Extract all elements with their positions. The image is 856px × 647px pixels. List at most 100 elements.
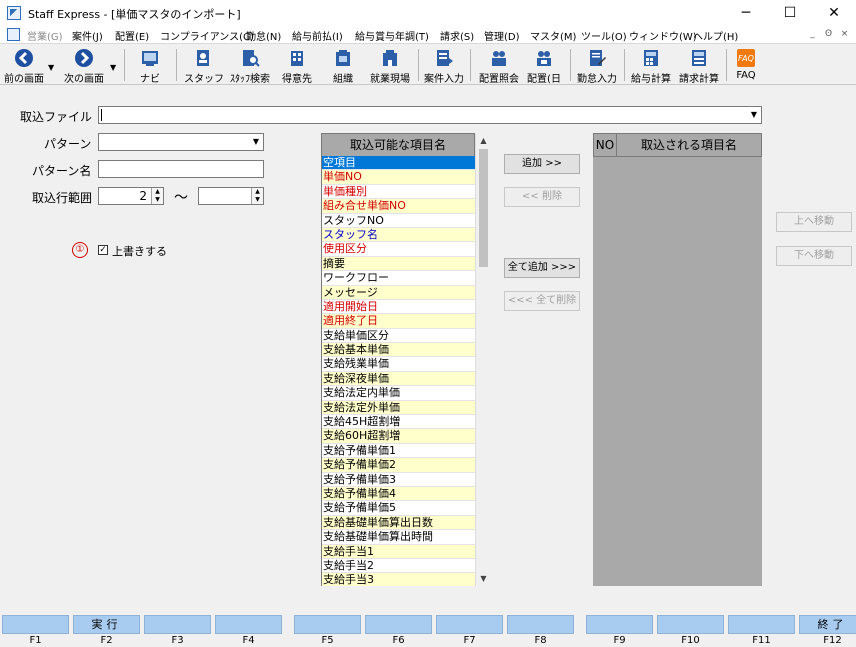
add-button[interactable]: 追加 >>: [504, 154, 580, 174]
menu-placement[interactable]: 配置(E): [115, 28, 149, 43]
list-item[interactable]: 支給予備単価4: [322, 486, 475, 502]
chevron-down-icon[interactable]: ▼: [747, 107, 761, 123]
menu-help[interactable]: ヘルプ(H): [693, 28, 738, 43]
list-item[interactable]: 適用終了日: [322, 314, 475, 329]
fkey-f6-button[interactable]: [365, 615, 432, 634]
row-range-to-input[interactable]: ▲ ▼: [198, 187, 264, 205]
placement-inquiry-button[interactable]: 配置照会: [476, 45, 522, 85]
list-item[interactable]: 支給手当3: [322, 573, 475, 586]
maximize-button[interactable]: ☐: [768, 0, 812, 26]
mdi-minimize-button[interactable]: _: [806, 28, 819, 41]
navi-button[interactable]: ナビ: [132, 45, 168, 85]
fkey-f5-button[interactable]: [294, 615, 361, 634]
billing-calc-button[interactable]: 請求計算: [676, 45, 722, 85]
client-button[interactable]: 得意先: [276, 45, 318, 85]
back-button[interactable]: 前の画面: [2, 45, 46, 85]
row-range-to-spinner[interactable]: ▲ ▼: [251, 188, 263, 204]
minimize-button[interactable]: ─: [724, 0, 768, 26]
list-item[interactable]: 空項目: [322, 156, 475, 171]
spin-up-icon[interactable]: ▲: [152, 188, 163, 196]
scroll-up-icon[interactable]: ▲: [476, 134, 491, 148]
list-item[interactable]: 支給法定外単価: [322, 400, 475, 416]
scroll-down-icon[interactable]: ▼: [476, 572, 491, 586]
remove-all-button[interactable]: <<< 全て削除: [504, 291, 580, 311]
back-dropdown-icon[interactable]: ▼: [48, 63, 54, 72]
list-item[interactable]: スタッフNO: [322, 214, 475, 228]
forward-button[interactable]: 次の画面: [60, 45, 108, 85]
menu-sales[interactable]: 営業(G): [27, 28, 63, 43]
menu-compliance[interactable]: コンプライアンス(C): [160, 28, 254, 43]
row-range-from-spinner[interactable]: ▲ ▼: [151, 188, 163, 204]
add-all-button[interactable]: 全て追加 >>>: [504, 258, 580, 278]
fkey-f7-button[interactable]: [436, 615, 503, 634]
list-item[interactable]: 単価NO: [322, 170, 475, 185]
menu-jobs[interactable]: 案件(J): [72, 28, 103, 43]
list-item[interactable]: 摘要: [322, 256, 475, 272]
list-item[interactable]: 支給基本単価: [322, 343, 475, 358]
list-item[interactable]: メッセージ: [322, 285, 475, 300]
scroll-thumb[interactable]: [479, 149, 488, 267]
list-item[interactable]: 支給手当1: [322, 544, 475, 559]
fkey-f1-button[interactable]: [2, 615, 69, 634]
remove-button[interactable]: << 削除: [504, 187, 580, 207]
staff-search-button[interactable]: ｽﾀｯﾌ検索: [226, 45, 274, 85]
menu-window[interactable]: ウィンドウ(W): [629, 28, 697, 43]
menu-attendance[interactable]: 勤怠(N): [246, 28, 281, 43]
menu-tools[interactable]: ツール(O): [581, 28, 627, 43]
list-item[interactable]: 支給45H超割増: [322, 415, 475, 430]
row-range-from-input[interactable]: 2 ▲ ▼: [98, 187, 164, 205]
list-item[interactable]: 支給基礎単価算出日数: [322, 515, 475, 531]
list-item[interactable]: 支給予備単価5: [322, 501, 475, 516]
list-item[interactable]: スタッフ名: [322, 227, 475, 243]
list-item[interactable]: 支給深夜単価: [322, 371, 475, 387]
fkey-f11-button[interactable]: [728, 615, 795, 634]
list-item[interactable]: 支給単価区分: [322, 329, 475, 344]
move-down-button[interactable]: 下へ移動: [776, 246, 852, 266]
import-file-combo[interactable]: ▼: [98, 106, 762, 124]
placement-daily-button[interactable]: 配置(日: [524, 45, 564, 85]
menu-admin[interactable]: 管理(D): [484, 28, 520, 43]
list-item[interactable]: ワークフロー: [322, 271, 475, 286]
move-up-button[interactable]: 上へ移動: [776, 212, 852, 232]
list-item[interactable]: 単価種別: [322, 185, 475, 200]
list-item[interactable]: 支給基礎単価算出時間: [322, 530, 475, 545]
list-item[interactable]: 適用開始日: [322, 300, 475, 315]
fkey-f8-button[interactable]: [507, 615, 574, 634]
list-item[interactable]: 支給予備単価2: [322, 458, 475, 473]
target-items-list[interactable]: [593, 157, 762, 586]
list-item[interactable]: 支給残業単価: [322, 357, 475, 372]
close-button[interactable]: ✕: [812, 0, 856, 26]
pattern-combo[interactable]: ▼: [98, 133, 264, 151]
fkey-f10-button[interactable]: [657, 615, 724, 634]
menu-billing[interactable]: 請求(S): [440, 28, 474, 43]
list-item[interactable]: 支給手当2: [322, 559, 475, 574]
workplace-button[interactable]: 就業現場: [366, 45, 414, 85]
spin-up-icon[interactable]: ▲: [252, 188, 263, 196]
fkey-f3-button[interactable]: [144, 615, 211, 634]
overwrite-checkbox[interactable]: ✓: [98, 245, 108, 255]
forward-dropdown-icon[interactable]: ▼: [110, 63, 116, 72]
mdi-restore-button[interactable]: ʘ: [822, 28, 835, 41]
list-item[interactable]: 使用区分: [322, 242, 475, 257]
spin-down-icon[interactable]: ▼: [252, 196, 263, 204]
payroll-calc-button[interactable]: 給与計算: [628, 45, 674, 85]
available-items-list[interactable]: 空項目 単価NO 単価種別 組み合せ単価NO スタッフNO スタッフ名 使用区分 摘要 ワークフ…: [321, 156, 475, 586]
menu-master[interactable]: マスタ(M): [530, 28, 576, 43]
organization-button[interactable]: 組織: [322, 45, 364, 85]
spin-down-icon[interactable]: ▼: [152, 196, 163, 204]
list-item[interactable]: 支給60H超割増: [322, 429, 475, 444]
job-entry-button[interactable]: 案件入力: [422, 45, 466, 85]
fkey-f12-button[interactable]: 終了: [799, 615, 856, 634]
list-item[interactable]: 支給予備単価3: [322, 473, 475, 487]
fkey-f2-button[interactable]: 実行: [73, 615, 140, 634]
staff-button[interactable]: スタッフ: [184, 45, 224, 85]
list-item[interactable]: 支給法定内単価: [322, 386, 475, 401]
available-list-scrollbar[interactable]: ▲ ▼: [475, 134, 490, 586]
menu-advance-pay[interactable]: 給与前払(I): [292, 28, 343, 43]
list-item[interactable]: 組み合せ単価NO: [322, 199, 475, 214]
chevron-down-icon[interactable]: ▼: [249, 134, 263, 150]
attendance-entry-button[interactable]: 勤怠入力: [574, 45, 620, 85]
faq-button[interactable]: FAQ FAQ: [730, 45, 762, 85]
list-item[interactable]: 支給予備単価1: [322, 444, 475, 459]
fkey-f4-button[interactable]: [215, 615, 282, 634]
